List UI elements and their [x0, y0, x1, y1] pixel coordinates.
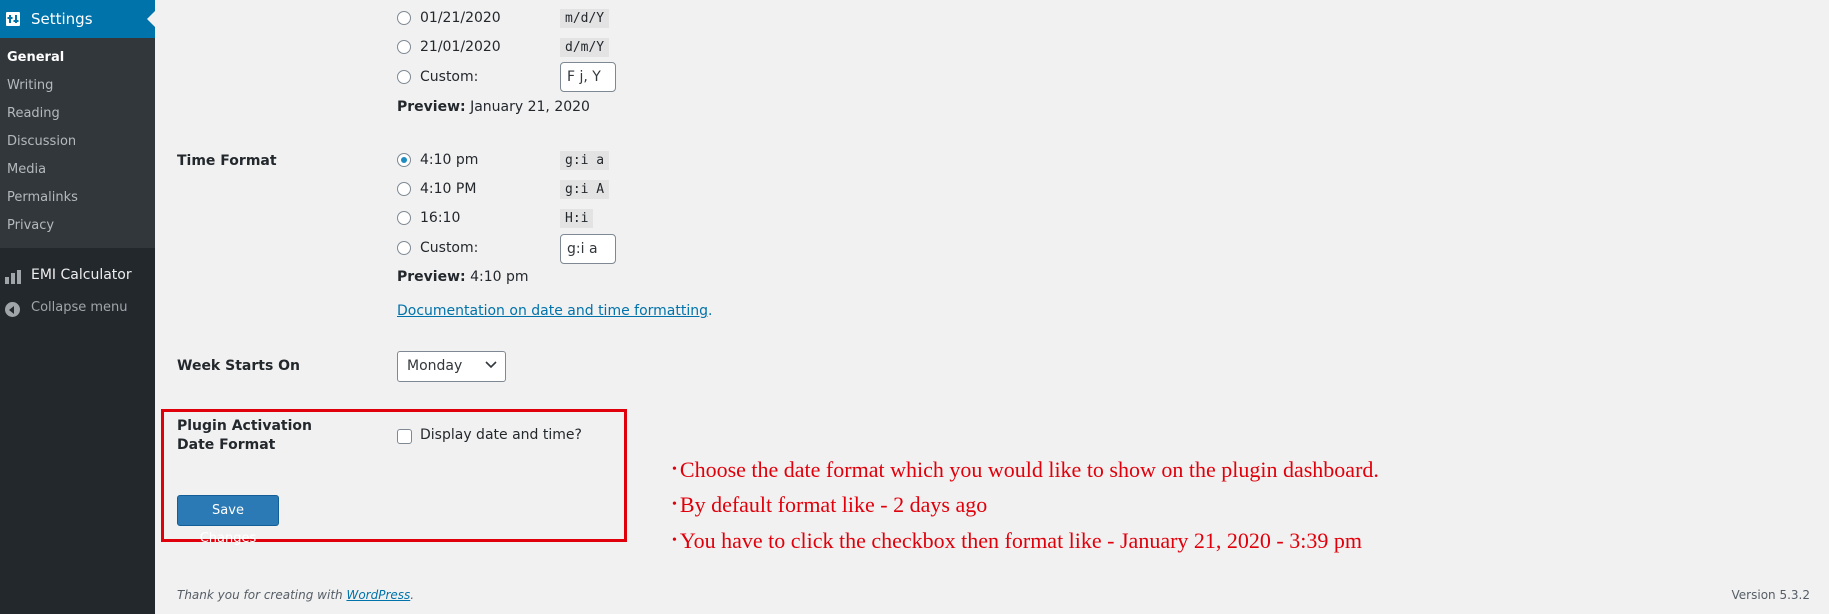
- week-starts-value: Monday: [407, 358, 463, 374]
- admin-sidebar: Settings General Writing Reading Discuss…: [0, 0, 155, 614]
- annotation-note: • By default format like - 2 days ago: [672, 492, 988, 517]
- date-format-radio-mdy[interactable]: [397, 11, 411, 25]
- collapse-icon: [5, 302, 20, 317]
- date-format-preview: Preview: January 21, 2020: [397, 99, 590, 115]
- documentation-link-row: Documentation on date and time formattin…: [397, 303, 712, 319]
- documentation-link-suffix: .: [708, 303, 713, 319]
- sidebar-item-reading[interactable]: Reading: [7, 106, 60, 121]
- annotation-note-text: By default format like - 2 days ago: [679, 492, 988, 517]
- documentation-link[interactable]: Documentation on date and time formattin…: [397, 303, 708, 319]
- time-format-label: Time Format: [177, 153, 277, 169]
- time-format-label-custom: Custom:: [420, 240, 479, 256]
- footer-thanks-prefix: Thank you for creating with: [177, 588, 347, 602]
- annotation-note: • You have to click the checkbox then for…: [672, 528, 1362, 553]
- chevron-down-icon: [485, 361, 497, 369]
- date-format-label-mdy: 01/21/2020: [420, 10, 501, 26]
- sidebar-item-discussion[interactable]: Discussion: [7, 134, 76, 149]
- time-preview-value: 4:10 pm: [470, 269, 529, 285]
- date-format-radio-dmy[interactable]: [397, 40, 411, 54]
- annotation-note-text: Choose the date format which you would l…: [679, 457, 1379, 482]
- sidebar-item-media[interactable]: Media: [7, 162, 46, 177]
- time-format-radio-upper[interactable]: [397, 182, 411, 196]
- time-format-label-upper: 4:10 PM: [420, 181, 477, 197]
- date-format-radio-custom[interactable]: [397, 70, 411, 84]
- date-format-label-custom: Custom:: [420, 69, 479, 85]
- sidebar-item-permalinks[interactable]: Permalinks: [7, 190, 78, 205]
- sidebar-emi-label: EMI Calculator: [31, 267, 132, 283]
- sidebar-item-general[interactable]: General: [7, 50, 64, 65]
- time-format-code-lower: g:i a: [560, 151, 610, 170]
- time-format-label-lower: 4:10 pm: [420, 152, 479, 168]
- save-changes-button[interactable]: Save Changes: [177, 495, 279, 546]
- week-starts-label: Week Starts On: [177, 358, 301, 374]
- time-format-preview: Preview: 4:10 pm: [397, 269, 529, 285]
- date-preview-label: Preview:: [397, 99, 466, 115]
- date-format-label-dmy: 21/01/2020: [420, 39, 501, 55]
- settings-icon: [6, 12, 20, 26]
- week-starts-select[interactable]: Monday: [397, 351, 506, 382]
- annotation-note: • Choose the date format which you would …: [672, 457, 1379, 482]
- time-format-code-upper: g:i A: [560, 180, 610, 199]
- date-format-custom-input[interactable]: F j, Y: [560, 62, 616, 92]
- time-format-label-24h: 16:10: [420, 210, 461, 226]
- annotation-note-text: You have to click the checkbox then form…: [679, 528, 1362, 553]
- sidebar-item-privacy[interactable]: Privacy: [7, 218, 54, 233]
- time-format-radio-custom[interactable]: [397, 241, 411, 255]
- date-preview-value: January 21, 2020: [470, 99, 590, 115]
- sidebar-settings-label: Settings: [31, 10, 93, 28]
- display-date-time-checkbox[interactable]: [397, 429, 412, 444]
- sidebar-item-settings[interactable]: Settings: [0, 0, 155, 38]
- time-format-custom-input[interactable]: g:i a: [560, 234, 616, 264]
- wordpress-link[interactable]: WordPress: [346, 588, 410, 602]
- display-date-time-label: Display date and time?: [420, 427, 582, 443]
- settings-submenu: General Writing Reading Discussion Media…: [0, 38, 155, 248]
- time-format-radio-24h[interactable]: [397, 211, 411, 225]
- time-preview-label: Preview:: [397, 269, 466, 285]
- sidebar-item-emi-calculator[interactable]: EMI Calculator: [0, 264, 155, 288]
- bar-chart-icon: [5, 270, 21, 284]
- plugin-date-format-label: Plugin Activation Date Format: [177, 418, 312, 453]
- footer-version: Version 5.3.2: [1731, 588, 1810, 602]
- sidebar-item-writing[interactable]: Writing: [7, 78, 53, 93]
- footer-thanks-suffix: .: [410, 588, 415, 602]
- collapse-menu-label: Collapse menu: [31, 300, 128, 315]
- date-format-code-dmy: d/m/Y: [560, 38, 610, 57]
- date-format-code-mdy: m/d/Y: [560, 9, 610, 28]
- time-format-code-24h: H:i: [560, 209, 594, 228]
- footer-thanks: Thank you for creating with WordPress.: [177, 588, 414, 602]
- time-format-radio-lower[interactable]: [397, 153, 411, 167]
- current-menu-arrow: [147, 11, 155, 27]
- collapse-menu-button[interactable]: Collapse menu: [0, 298, 155, 320]
